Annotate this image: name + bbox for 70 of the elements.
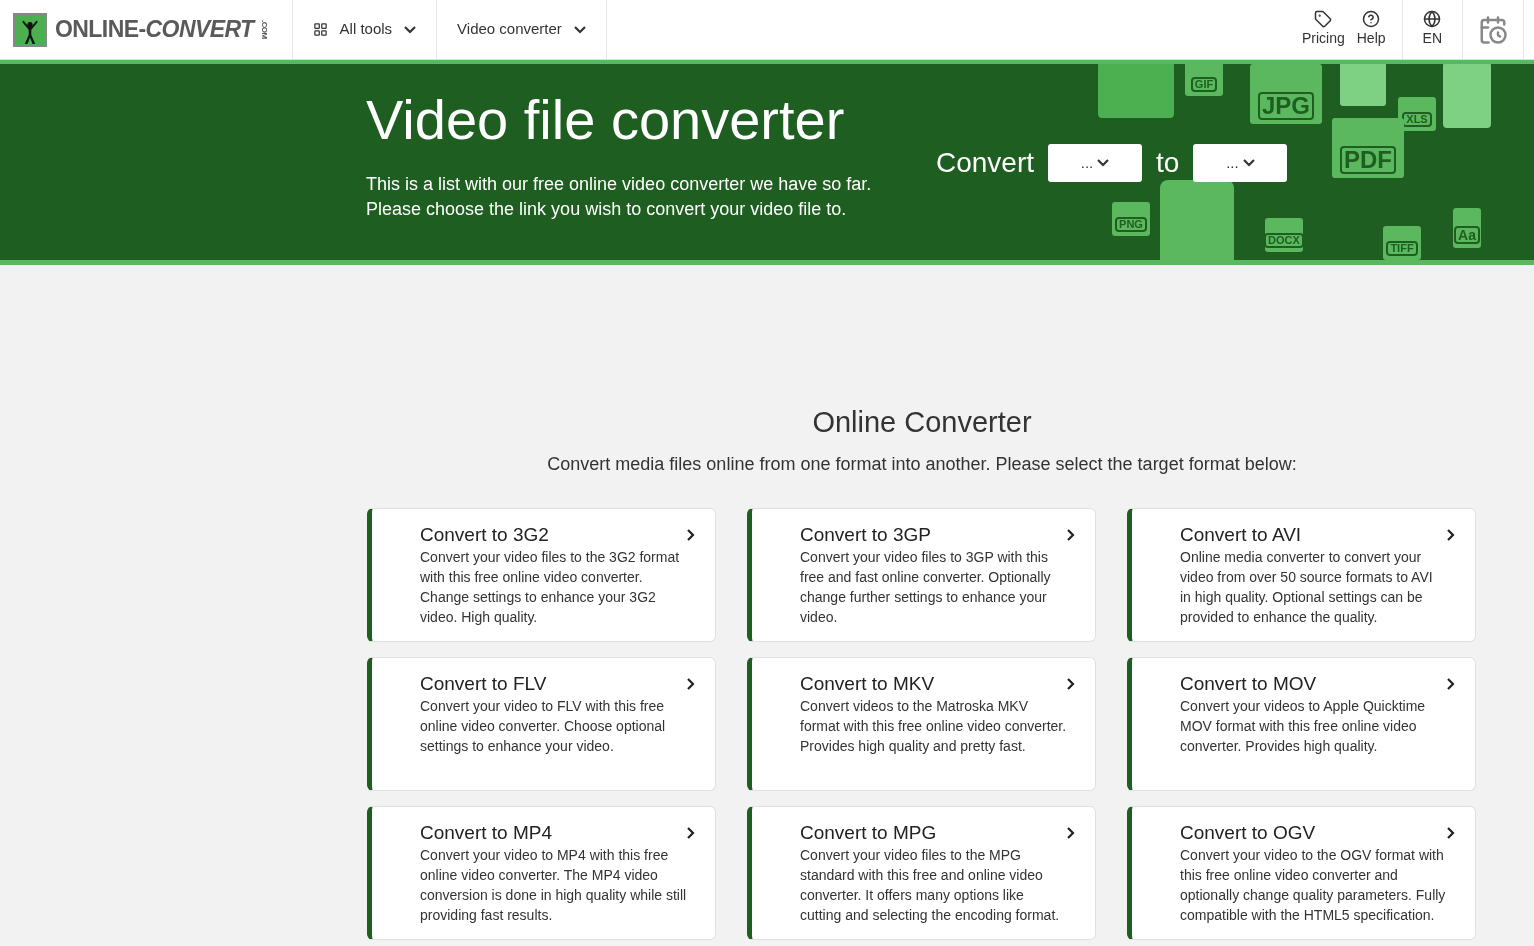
file-type-icon: GIF <box>1185 64 1223 96</box>
file-type-icon: XLS <box>1398 97 1436 131</box>
card-title: Convert to MOV <box>1180 671 1318 696</box>
card-description: Convert your video files to the MPG standard with this free and online video converter. It offers many options like cutting and selecting the encoding format. <box>800 845 1061 925</box>
convert-label: Convert <box>936 146 1035 180</box>
chevron-right-icon <box>1067 826 1075 839</box>
converter-card[interactable]: Convert to 3G2 Convert your video files to the 3G2 format with this free online video converter. Change settings to enhance your 3G2 video. High quality. <box>367 507 716 642</box>
chevron-right-icon <box>1067 677 1075 690</box>
converter-card[interactable]: Convert to 3GP Convert your video files to 3GP with this free and fast online converter. Optionally change further settings to enhance your video. <box>747 507 1096 642</box>
card-title: Convert to FLV <box>420 671 548 696</box>
header-link[interactable]: Pricing <box>1301 10 1345 49</box>
chevron-right-icon <box>1447 677 1455 690</box>
card-title: Convert to MP4 <box>420 820 553 845</box>
card-description: Convert your video to FLV with this free online video converter. Choose optional settings to enhance your video. <box>420 696 667 756</box>
converter-card[interactable]: Convert to OGV Convert your video to the OGV format with this free online video converter and optionally change quality parameters. Fully compatible with the HTML5 specification. <box>1127 805 1476 940</box>
card-title: Convert to OGV <box>1180 820 1317 845</box>
card-title: Convert to AVI <box>1180 522 1303 547</box>
converter-card[interactable]: Convert to MKV Convert videos to the Matroska MKV format with this free online video converter. Provides high quality and pretty fast. <box>747 656 1096 791</box>
chevron-right-icon <box>687 677 695 690</box>
card-title: Convert to MPG <box>800 820 938 845</box>
nav-dropdown[interactable]: All tools <box>291 0 437 59</box>
chevron-down-icon <box>1242 159 1255 167</box>
card-description: Online media converter to convert your video from over 50 source formats to AVI in high quality. Optional settings can be provided to enhance the quality. <box>1180 547 1434 627</box>
chevron-right-icon <box>1447 528 1455 541</box>
chevron-down-icon <box>1097 159 1110 167</box>
card-title: Convert to MKV <box>800 671 936 696</box>
grid-icon <box>312 22 328 37</box>
clipboard-clock-icon <box>1478 14 1508 45</box>
converter-card[interactable]: Convert to AVI Online media converter to convert your video from over 50 source formats to AVI in high quality. Optional settings can be provided to enhance the quality. <box>1127 507 1476 642</box>
tag-icon <box>1314 10 1333 28</box>
file-type-icon: JPG <box>1250 64 1322 124</box>
converter-card[interactable]: Convert to MP4 Convert your video to MP4 with this free online video converter. The MP4 video conversion is done in high quality while still providing fast results. <box>367 805 716 940</box>
history-button[interactable] <box>1462 0 1524 59</box>
chevron-right-icon <box>1067 528 1075 541</box>
hero-text: This is a list with our free online video converter we have so far. <box>366 173 873 196</box>
card-description: Convert your videos to Apple Quicktime MOV format with this free online video converter. Provides high quality. <box>1180 696 1427 756</box>
source-format-select[interactable]: ... <box>1048 144 1143 182</box>
file-type-icon: Aa <box>1453 208 1481 248</box>
to-label: to <box>1156 146 1180 180</box>
hero-text: Please choose the link you wish to convert your video file to. <box>366 198 848 221</box>
card-description: Convert your video to the OGV format with this free online video converter and optionally change quality parameters. Fully compatible with the HTML5 specification. <box>1180 845 1447 925</box>
help-icon <box>1362 10 1381 28</box>
converter-card[interactable]: Convert to MOV Convert your videos to Apple Quicktime MOV format with this free online video converter. Provides high quality. <box>1127 656 1476 791</box>
section-subtitle: Convert media files online from one format into another. Please select the target format below: <box>547 452 1297 476</box>
converter-card[interactable]: Convert to MPG Convert your video files to the MPG standard with this free and online video converter. It offers many options like cutting and selecting the encoding format. <box>747 805 1096 940</box>
chevron-down-icon <box>573 25 586 34</box>
converter-card[interactable]: Convert to FLV Convert your video to FLV with this free online video converter. Choose optional settings to enhance your video. <box>367 656 716 791</box>
chevron-right-icon <box>1447 826 1455 839</box>
file-type-icon: PDF <box>1332 118 1404 178</box>
file-type-icon: DOCX <box>1265 218 1303 252</box>
card-description: Convert your video to MP4 with this free online video converter. The MP4 video conversion is done in high quality while still providing fast results. <box>420 845 687 925</box>
card-title: Convert to 3G2 <box>420 522 550 547</box>
file-type-icon: PNG <box>1112 202 1150 236</box>
globe-icon <box>1423 10 1442 28</box>
file-type-icon: TIFF <box>1383 226 1421 260</box>
card-description: Convert your video files to the 3G2 format with this free online video converter. Change settings to enhance your 3G2 video. High quality. <box>420 547 681 627</box>
card-description: Convert your video files to 3GP with this free and fast online converter. Optionally change further settings to enhance your video. <box>800 547 1052 627</box>
chevron-right-icon <box>687 826 695 839</box>
logo-icon <box>13 12 47 47</box>
language-button[interactable]: EN <box>1422 10 1442 49</box>
header-link[interactable]: Help <box>1356 10 1386 49</box>
hero-title: Video file converter <box>366 88 846 152</box>
card-title: Convert to 3GP <box>800 522 932 547</box>
card-description: Convert videos to the Matroska MKV format with this free online video converter. Provides high quality and pretty fast. <box>800 696 1067 756</box>
logo[interactable]: ONLINE-CONVERT .COM <box>55 12 270 47</box>
chevron-right-icon <box>687 528 695 541</box>
section-title: Online Converter <box>812 405 1032 440</box>
target-format-select[interactable]: ... <box>1193 144 1288 182</box>
nav-dropdown[interactable]: Video converter <box>436 0 606 59</box>
chevron-down-icon <box>404 25 417 34</box>
